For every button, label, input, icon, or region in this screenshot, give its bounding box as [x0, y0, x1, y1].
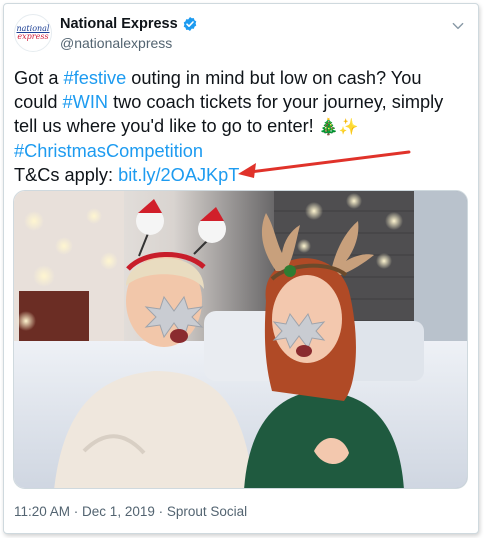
account-handle[interactable]: @nationalexpress — [60, 34, 198, 52]
text-segment: Got a — [14, 68, 64, 88]
red-arrow-annotation — [238, 150, 411, 178]
short-link[interactable]: bit.ly/2OAJKpT — [118, 165, 239, 185]
display-name[interactable]: National Express — [60, 15, 178, 33]
footer-separator: · — [70, 504, 83, 519]
tweet-line-3: tell us where you'd like to go to enter!… — [14, 114, 469, 139]
tweet-line-1: Got a #festive outing in mind but low on… — [14, 66, 469, 90]
account-names: National Express @nationalexpress — [60, 15, 198, 52]
tweet-date[interactable]: Dec 1, 2019 — [82, 504, 155, 519]
logo-text-express: express — [17, 32, 49, 41]
hashtag-christmascompetition[interactable]: #ChristmasCompetition — [14, 141, 203, 161]
tweet-time[interactable]: 11:20 AM — [14, 504, 70, 519]
tree-sparkles-emoji: 🎄✨ — [318, 117, 359, 136]
tweet-line-2: could #WIN two coach tickets for your jo… — [14, 90, 469, 114]
footer-separator: · — [154, 504, 167, 519]
display-name-row[interactable]: National Express — [60, 15, 198, 33]
text-segment: outing in mind but low on cash? You — [126, 68, 422, 88]
tweet-footer: 11:20 AM · Dec 1, 2019 · Sprout Social — [14, 504, 247, 519]
chevron-down-icon[interactable] — [448, 16, 468, 36]
tweet-photo[interactable] — [13, 190, 468, 489]
text-segment: tell us where you'd like to go to enter! — [14, 116, 319, 136]
text-segment: two coach tickets for your journey, simp… — [108, 92, 444, 112]
tweet-header: national express National Express @natio… — [14, 14, 468, 54]
hashtag-festive[interactable]: #festive — [64, 68, 127, 88]
text-segment: could — [14, 92, 63, 112]
hashtag-win[interactable]: #WIN — [63, 92, 108, 112]
verified-badge-icon — [182, 16, 198, 32]
tweet-card[interactable]: national express National Express @natio… — [3, 3, 479, 534]
tweet-source[interactable]: Sprout Social — [167, 504, 247, 519]
photo-two-women-christmas — [14, 191, 467, 488]
avatar[interactable]: national express — [14, 14, 52, 52]
text-segment: T&Cs apply: — [14, 165, 119, 185]
